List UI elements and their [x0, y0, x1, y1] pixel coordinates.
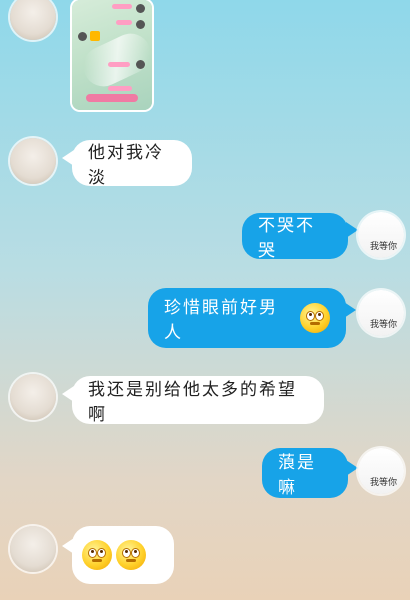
message-bubble[interactable]: 他对我冷淡	[72, 140, 192, 188]
shared-screenshot-image[interactable]	[72, 0, 158, 110]
avatar-right[interactable]: 我等你	[358, 448, 404, 494]
bubble-tail	[346, 222, 358, 238]
bubble-tail	[344, 302, 356, 318]
message-text: 我还是别给他太多的希望啊	[88, 380, 297, 425]
message-text: 蒗是嘛	[278, 453, 316, 498]
message-bubble[interactable]: 不哭不哭	[242, 213, 348, 261]
message-text: 他对我冷淡	[88, 143, 164, 188]
avatar-caption: 我等你	[370, 478, 398, 488]
message-bubble[interactable]	[72, 526, 174, 584]
message-text: 不哭不哭	[258, 216, 315, 261]
avatar-caption: 我等你	[370, 242, 398, 252]
rolling-eyes-emoji	[82, 540, 112, 570]
bubble-tail	[346, 460, 358, 476]
avatar-caption: 我等你	[370, 320, 398, 330]
avatar-left[interactable]	[10, 138, 56, 184]
avatar-left[interactable]	[10, 0, 56, 40]
avatar-right[interactable]: 我等你	[358, 212, 404, 258]
message-bubble[interactable]: 我还是别给他太多的希望啊	[72, 376, 324, 425]
message-bubble[interactable]: 蒗是嘛	[262, 448, 348, 498]
avatar-left[interactable]	[10, 526, 56, 572]
avatar-left[interactable]	[10, 374, 56, 420]
dazed-face-emoji	[300, 303, 330, 333]
message-bubble[interactable]: 珍惜眼前好男人	[148, 288, 346, 348]
avatar-right[interactable]: 我等你	[358, 290, 404, 336]
rolling-eyes-emoji	[116, 540, 146, 570]
message-text: 珍惜眼前好男人	[164, 298, 278, 343]
